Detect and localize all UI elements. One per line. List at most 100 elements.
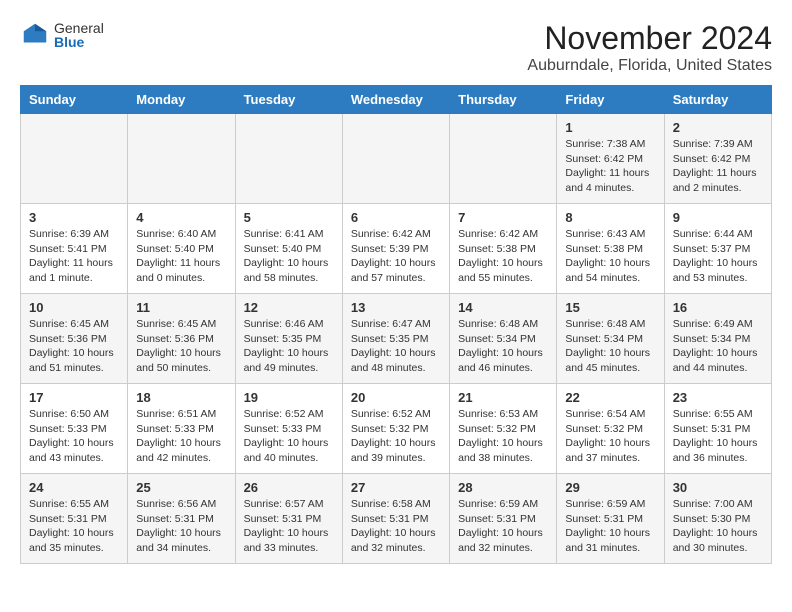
- day-info: Sunrise: 7:38 AM Sunset: 6:42 PM Dayligh…: [565, 137, 655, 196]
- day-cell: 18Sunrise: 6:51 AM Sunset: 5:33 PM Dayli…: [128, 384, 235, 474]
- day-info: Sunrise: 6:58 AM Sunset: 5:31 PM Dayligh…: [351, 497, 441, 556]
- header-wednesday: Wednesday: [342, 86, 449, 114]
- day-cell: 7 Sunrise: 6:42 AM Sunset: 5:38 PM Daylig…: [450, 204, 557, 294]
- day-cell: 13Sunrise: 6:47 AM Sunset: 5:35 PM Dayli…: [342, 294, 449, 384]
- day-cell: [450, 114, 557, 204]
- day-info: Sunrise: 6:39 AM Sunset: 5:41 PM Dayligh…: [29, 227, 119, 286]
- day-number: 18: [136, 390, 226, 405]
- day-number: 24: [29, 480, 119, 495]
- day-cell: 3 Sunrise: 6:39 AM Sunset: 5:41 PM Daylig…: [21, 204, 128, 294]
- day-number: 15: [565, 300, 655, 315]
- day-cell: 10Sunrise: 6:45 AM Sunset: 5:36 PM Dayli…: [21, 294, 128, 384]
- day-cell: 27 Sunrise: 6:58 AM Sunset: 5:31 PM Dayli…: [342, 474, 449, 564]
- day-number: 28: [458, 480, 548, 495]
- day-number: 20: [351, 390, 441, 405]
- week-row-4: 17Sunrise: 6:50 AM Sunset: 5:33 PM Dayli…: [21, 384, 772, 474]
- day-cell: 15 Sunrise: 6:48 AM Sunset: 5:34 PM Dayli…: [557, 294, 664, 384]
- day-number: 17: [29, 390, 119, 405]
- day-number: 19: [244, 390, 334, 405]
- day-cell: 9 Sunrise: 6:44 AM Sunset: 5:37 PM Daylig…: [664, 204, 771, 294]
- day-number: 29: [565, 480, 655, 495]
- week-row-1: 1 Sunrise: 7:38 AM Sunset: 6:42 PM Daylig…: [21, 114, 772, 204]
- month-year-title: November 2024: [527, 20, 772, 57]
- header-saturday: Saturday: [664, 86, 771, 114]
- logo-blue-text: Blue: [54, 35, 104, 49]
- header-friday: Friday: [557, 86, 664, 114]
- day-cell: 1 Sunrise: 7:38 AM Sunset: 6:42 PM Daylig…: [557, 114, 664, 204]
- day-cell: 11 Sunrise: 6:45 AM Sunset: 5:36 PM Dayli…: [128, 294, 235, 384]
- day-info: Sunrise: 6:55 AM Sunset: 5:31 PM Dayligh…: [673, 407, 763, 466]
- day-number: 14: [458, 300, 548, 315]
- logo-general-text: General: [54, 21, 104, 35]
- day-cell: [21, 114, 128, 204]
- header-thursday: Thursday: [450, 86, 557, 114]
- week-row-5: 24 Sunrise: 6:55 AM Sunset: 5:31 PM Dayli…: [21, 474, 772, 564]
- day-number: 30: [673, 480, 763, 495]
- day-number: 11: [136, 300, 226, 315]
- day-number: 4: [136, 210, 226, 225]
- day-number: 2: [673, 120, 763, 135]
- day-info: Sunrise: 6:52 AM Sunset: 5:33 PM Dayligh…: [244, 407, 334, 466]
- day-info: Sunrise: 6:40 AM Sunset: 5:40 PM Dayligh…: [136, 227, 226, 286]
- day-cell: 30 Sunrise: 7:00 AM Sunset: 5:30 PM Dayli…: [664, 474, 771, 564]
- week-row-2: 3 Sunrise: 6:39 AM Sunset: 5:41 PM Daylig…: [21, 204, 772, 294]
- day-number: 12: [244, 300, 334, 315]
- title-section: November 2024 Auburndale, Florida, Unite…: [527, 20, 772, 75]
- day-cell: 21 Sunrise: 6:53 AM Sunset: 5:32 PM Dayli…: [450, 384, 557, 474]
- day-info: Sunrise: 6:47 AM Sunset: 5:35 PM Dayligh…: [351, 317, 441, 376]
- day-cell: 24 Sunrise: 6:55 AM Sunset: 5:31 PM Dayli…: [21, 474, 128, 564]
- day-info: Sunrise: 6:53 AM Sunset: 5:32 PM Dayligh…: [458, 407, 548, 466]
- day-cell: 29 Sunrise: 6:59 AM Sunset: 5:31 PM Dayli…: [557, 474, 664, 564]
- day-cell: [342, 114, 449, 204]
- day-info: Sunrise: 6:45 AM Sunset: 5:36 PM Dayligh…: [136, 317, 226, 376]
- day-info: Sunrise: 6:42 AM Sunset: 5:39 PM Dayligh…: [351, 227, 441, 286]
- day-cell: 17Sunrise: 6:50 AM Sunset: 5:33 PM Dayli…: [21, 384, 128, 474]
- day-cell: 5 Sunrise: 6:41 AM Sunset: 5:40 PM Daylig…: [235, 204, 342, 294]
- day-info: Sunrise: 6:48 AM Sunset: 5:34 PM Dayligh…: [565, 317, 655, 376]
- day-cell: 2 Sunrise: 7:39 AM Sunset: 6:42 PM Daylig…: [664, 114, 771, 204]
- day-info: Sunrise: 6:55 AM Sunset: 5:31 PM Dayligh…: [29, 497, 119, 556]
- day-cell: 20 Sunrise: 6:52 AM Sunset: 5:32 PM Dayli…: [342, 384, 449, 474]
- day-info: Sunrise: 7:00 AM Sunset: 5:30 PM Dayligh…: [673, 497, 763, 556]
- day-cell: 28 Sunrise: 6:59 AM Sunset: 5:31 PM Dayli…: [450, 474, 557, 564]
- day-info: Sunrise: 6:54 AM Sunset: 5:32 PM Dayligh…: [565, 407, 655, 466]
- day-cell: 14 Sunrise: 6:48 AM Sunset: 5:34 PM Dayli…: [450, 294, 557, 384]
- day-number: 27: [351, 480, 441, 495]
- day-cell: 12 Sunrise: 6:46 AM Sunset: 5:35 PM Dayli…: [235, 294, 342, 384]
- day-cell: [235, 114, 342, 204]
- day-number: 8: [565, 210, 655, 225]
- header-row: SundayMondayTuesdayWednesdayThursdayFrid…: [21, 86, 772, 114]
- day-info: Sunrise: 6:41 AM Sunset: 5:40 PM Dayligh…: [244, 227, 334, 286]
- header-sunday: Sunday: [21, 86, 128, 114]
- day-number: 23: [673, 390, 763, 405]
- day-number: 9: [673, 210, 763, 225]
- page-header: General Blue November 2024 Auburndale, F…: [20, 20, 772, 75]
- day-number: 10: [29, 300, 119, 315]
- day-cell: 23 Sunrise: 6:55 AM Sunset: 5:31 PM Dayli…: [664, 384, 771, 474]
- day-info: Sunrise: 6:59 AM Sunset: 5:31 PM Dayligh…: [458, 497, 548, 556]
- day-cell: 6 Sunrise: 6:42 AM Sunset: 5:39 PM Daylig…: [342, 204, 449, 294]
- day-cell: 25Sunrise: 6:56 AM Sunset: 5:31 PM Dayli…: [128, 474, 235, 564]
- day-info: Sunrise: 6:44 AM Sunset: 5:37 PM Dayligh…: [673, 227, 763, 286]
- day-info: Sunrise: 6:59 AM Sunset: 5:31 PM Dayligh…: [565, 497, 655, 556]
- day-number: 22: [565, 390, 655, 405]
- day-info: Sunrise: 6:43 AM Sunset: 5:38 PM Dayligh…: [565, 227, 655, 286]
- day-info: Sunrise: 6:42 AM Sunset: 5:38 PM Dayligh…: [458, 227, 548, 286]
- day-number: 1: [565, 120, 655, 135]
- day-number: 16: [673, 300, 763, 315]
- day-cell: 22 Sunrise: 6:54 AM Sunset: 5:32 PM Dayli…: [557, 384, 664, 474]
- day-info: Sunrise: 6:46 AM Sunset: 5:35 PM Dayligh…: [244, 317, 334, 376]
- day-info: Sunrise: 6:52 AM Sunset: 5:32 PM Dayligh…: [351, 407, 441, 466]
- header-tuesday: Tuesday: [235, 86, 342, 114]
- day-number: 5: [244, 210, 334, 225]
- day-info: Sunrise: 6:48 AM Sunset: 5:34 PM Dayligh…: [458, 317, 548, 376]
- day-info: Sunrise: 7:39 AM Sunset: 6:42 PM Dayligh…: [673, 137, 763, 196]
- day-number: 26: [244, 480, 334, 495]
- day-cell: 8 Sunrise: 6:43 AM Sunset: 5:38 PM Daylig…: [557, 204, 664, 294]
- day-number: 21: [458, 390, 548, 405]
- day-number: 7: [458, 210, 548, 225]
- day-info: Sunrise: 6:49 AM Sunset: 5:34 PM Dayligh…: [673, 317, 763, 376]
- day-number: 3: [29, 210, 119, 225]
- day-number: 6: [351, 210, 441, 225]
- day-cell: 4 Sunrise: 6:40 AM Sunset: 5:40 PM Daylig…: [128, 204, 235, 294]
